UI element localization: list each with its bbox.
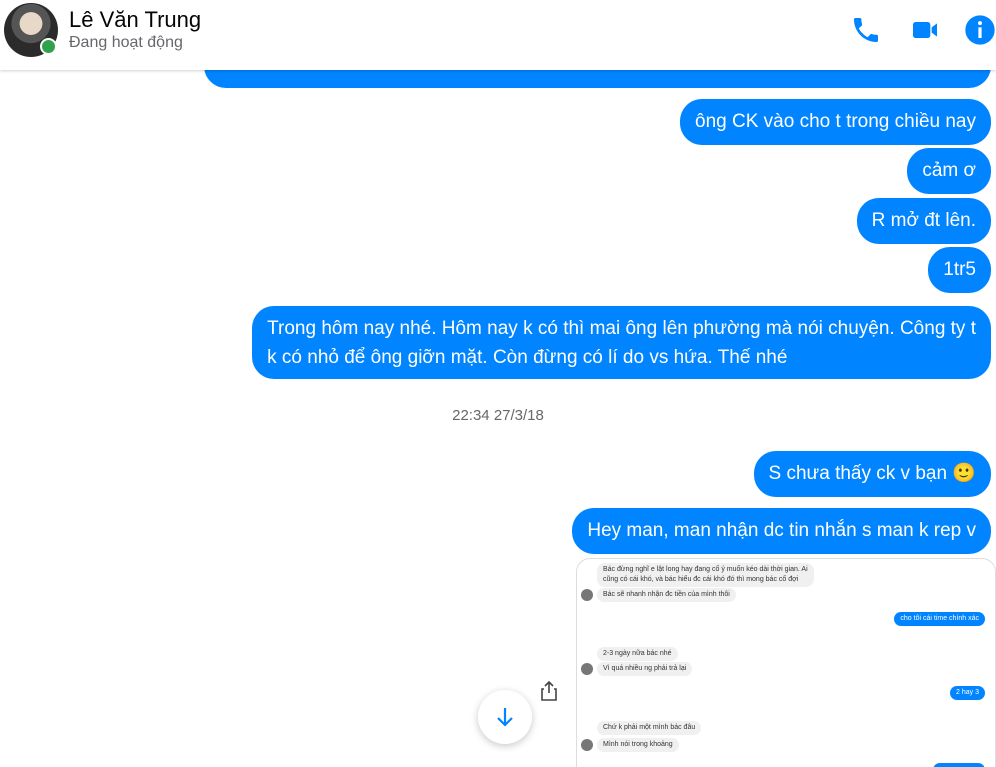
timestamp: 22:34 27/3/18	[452, 407, 544, 424]
message-text: ông CK vào cho t trong chiều nay	[695, 111, 976, 132]
share-icon[interactable]	[540, 680, 558, 702]
screenshot-message-received: Vì quá nhiều ng phải trả lại	[597, 662, 693, 676]
screenshot-message-received: 2-3 ngày nữa bác nhé	[597, 647, 678, 661]
screenshot-avatar	[581, 589, 593, 601]
message-bubble[interactable]: Trong hôm nay nhé. Hôm nay k có thì mai …	[252, 306, 991, 379]
message-text: Hey man, man nhận dc tin nhắn s man k re…	[587, 520, 976, 541]
message-bubble[interactable]: R mở đt lên.	[856, 198, 991, 244]
screenshot-message-received: Mình nói trong khoảng	[597, 738, 679, 752]
screenshot-avatar	[581, 739, 593, 751]
screenshot-message-received: Bác đừng nghĩ e lật long hay đang cố ý m…	[597, 563, 814, 587]
image-attachment[interactable]: Bác đừng nghĩ e lật long hay đang cố ý m…	[576, 558, 996, 767]
message-thread[interactable]: ông CK vào cho t trong chiều nay cảm ơ R…	[0, 70, 996, 767]
screenshot-message-sent-cut	[933, 763, 985, 767]
screenshot-message-sent: 2 hay 3	[950, 686, 985, 700]
message-bubble[interactable]: cảm ơ	[907, 148, 991, 194]
message-text-line: k có nhỏ để ông giỡn mặt. Còn đừng có lí…	[267, 347, 788, 368]
contact-name[interactable]: Lê Văn Trung	[69, 7, 201, 33]
arrow-down-icon	[497, 708, 513, 727]
screenshot-message-received: Chứ k phải một mình bác đâu	[597, 721, 702, 735]
smile-emoji-icon: 🙂	[952, 463, 976, 484]
message-text-line: Trong hôm nay nhé. Hôm nay k có thì mai …	[267, 318, 976, 339]
phone-icon[interactable]	[850, 14, 882, 46]
online-status-dot	[40, 38, 57, 55]
screenshot-avatar	[581, 663, 593, 675]
screenshot-message-received: Bác sẽ nhanh nhận đc tiền của mình thôi	[597, 588, 736, 602]
message-bubble[interactable]: 1tr5	[928, 247, 991, 293]
message-bubble-cut[interactable]	[204, 70, 991, 88]
screenshot-message-sent: cho tôi cái time chính xác	[894, 612, 985, 626]
contact-status: Đang hoạt động	[69, 34, 183, 51]
conversation-header: Lê Văn Trung Đang hoạt động	[0, 0, 996, 70]
message-text: 1tr5	[943, 259, 976, 280]
message-bubble[interactable]: Hey man, man nhận dc tin nhắn s man k re…	[572, 508, 991, 554]
video-icon[interactable]	[909, 14, 941, 46]
message-text: R mở đt lên.	[871, 210, 976, 231]
scroll-to-bottom-button[interactable]	[478, 690, 532, 744]
message-text: cảm ơ	[922, 160, 976, 181]
message-bubble[interactable]: S chưa thấy ck v bạn 🙂	[753, 451, 991, 497]
info-icon[interactable]	[964, 14, 996, 46]
message-bubble[interactable]: ông CK vào cho t trong chiều nay	[680, 99, 991, 145]
message-text: S chưa thấy ck v bạn	[768, 463, 948, 484]
